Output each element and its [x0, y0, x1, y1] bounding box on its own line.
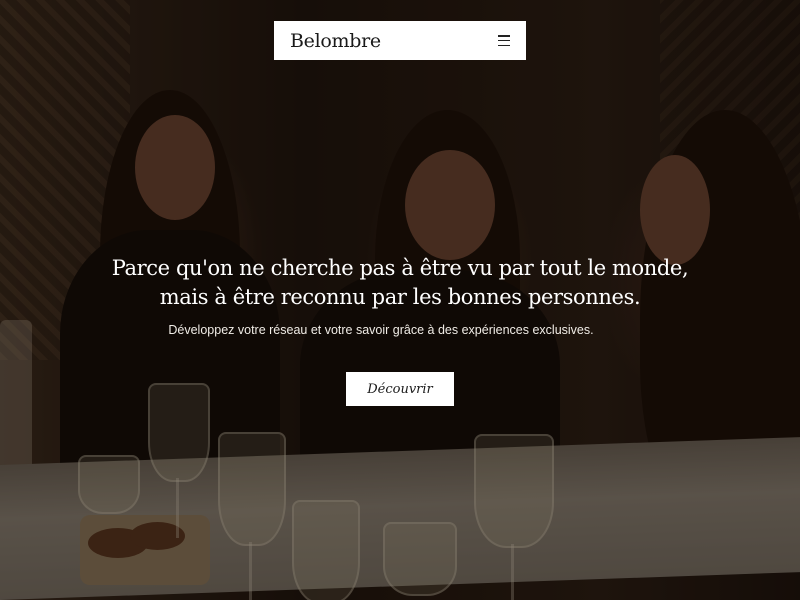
hamburger-menu-icon[interactable] — [498, 35, 510, 46]
hero-subtitle: Développez votre réseau et votre savoir … — [168, 323, 594, 337]
site-header: Belombre — [274, 21, 526, 60]
hero-headline: Parce qu'on ne cherche pas à être vu par… — [0, 254, 800, 312]
hero-headline-line-2: mais à être reconnu par les bonnes perso… — [159, 285, 641, 309]
hero-headline-line-1: Parce qu'on ne cherche pas à être vu par… — [111, 256, 689, 280]
brand-logo[interactable]: Belombre — [290, 30, 381, 52]
discover-button[interactable]: Découvrir — [346, 372, 454, 406]
